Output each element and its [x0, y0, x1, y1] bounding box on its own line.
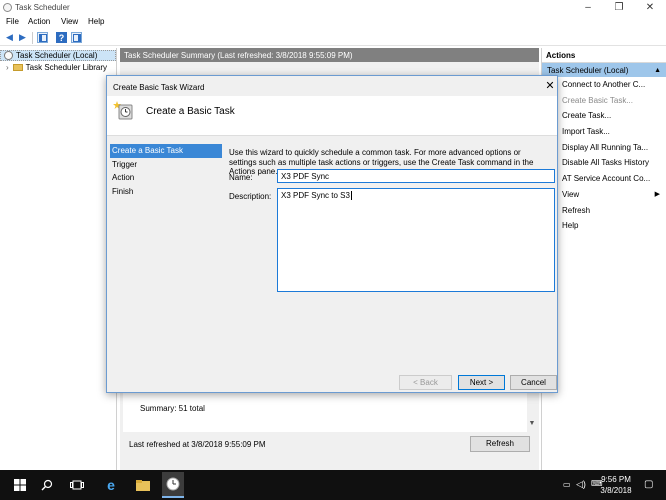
task-view-icon[interactable]: [66, 474, 88, 496]
step-finish[interactable]: Finish: [110, 185, 222, 199]
dialog-heading: Create a Basic Task: [146, 106, 235, 117]
text-cursor: [350, 191, 352, 200]
folder-icon: [12, 64, 23, 71]
step-trigger[interactable]: Trigger: [110, 158, 222, 172]
task-scheduler-taskbar-icon[interactable]: [162, 472, 184, 498]
tree-item-label: Task Scheduler Library: [25, 63, 108, 72]
close-button[interactable]: ✕: [635, 0, 665, 15]
console-tree: Task Scheduler (Local) › Task Scheduler …: [0, 48, 117, 470]
action-refresh[interactable]: Refresh: [542, 203, 666, 219]
menu-file[interactable]: File: [6, 17, 19, 26]
notifications-icon[interactable]: ▢: [644, 479, 653, 490]
window-title: Task Scheduler: [15, 3, 70, 12]
actions-section-header[interactable]: Task Scheduler (Local) ▲: [542, 63, 666, 77]
action-view-label: View: [562, 189, 580, 199]
description-textarea[interactable]: X3 PDF Sync to S3: [277, 188, 555, 292]
action-view[interactable]: View ▶: [542, 187, 666, 203]
clock-date[interactable]: 3/8/2018: [599, 486, 633, 495]
toolbar-separator: [32, 32, 33, 44]
action-create-basic-task[interactable]: Create Basic Task...: [542, 93, 666, 109]
action-import-task[interactable]: Import Task...: [542, 124, 666, 140]
help-icon[interactable]: ?: [56, 32, 67, 43]
wizard-steps: Create a Basic Task Trigger Action Finis…: [110, 144, 222, 198]
dialog-title: Create Basic Task Wizard: [113, 83, 205, 92]
action-help[interactable]: Help: [542, 218, 666, 234]
search-icon[interactable]: [36, 474, 58, 496]
dialog-close-button[interactable]: ✕: [543, 79, 557, 93]
volume-icon[interactable]: ◁): [576, 479, 586, 490]
title-bar: [0, 0, 666, 15]
step-action[interactable]: Action: [110, 171, 222, 185]
menu-action[interactable]: Action: [28, 17, 50, 26]
file-explorer-icon[interactable]: [132, 474, 154, 496]
last-refreshed-text: Last refreshed at 3/8/2018 9:55:09 PM: [129, 440, 266, 449]
menu-help[interactable]: Help: [88, 17, 104, 26]
forward-arrow-icon[interactable]: ▶: [17, 32, 28, 43]
next-button[interactable]: Next >: [458, 375, 505, 390]
description-value: X3 PDF Sync to S3: [281, 191, 350, 200]
expand-chevron-icon[interactable]: ›: [6, 63, 9, 72]
action-create-task[interactable]: Create Task...: [542, 108, 666, 124]
action-connect[interactable]: Connect to Another C...: [542, 77, 666, 93]
actions-section-label: Task Scheduler (Local): [547, 65, 629, 75]
create-basic-task-wizard: Create Basic Task Wizard ✕ Create a Basi…: [106, 75, 558, 393]
menu-view[interactable]: View: [61, 17, 78, 26]
name-label: Name:: [229, 173, 253, 182]
refresh-summary-button[interactable]: Refresh: [470, 436, 530, 452]
actions-header: Actions: [542, 48, 666, 63]
scroll-down-arrow-icon[interactable]: ▼: [527, 420, 537, 427]
tree-item-task-scheduler-local[interactable]: Task Scheduler (Local): [0, 50, 116, 61]
collapse-triangle-icon[interactable]: ▲: [654, 67, 661, 74]
summary-scrollbar[interactable]: ▼: [527, 392, 537, 432]
actions-pane: Actions Task Scheduler (Local) ▲ Connect…: [541, 48, 666, 470]
toolbar: [0, 30, 666, 46]
back-button[interactable]: < Back: [399, 375, 452, 390]
action-at-service-account[interactable]: AT Service Account Co...: [542, 171, 666, 187]
step-create-basic-task[interactable]: Create a Basic Task: [110, 144, 222, 158]
restore-button[interactable]: ❐: [604, 0, 634, 15]
network-icon[interactable]: ▭: [563, 480, 571, 489]
edge-browser-icon[interactable]: e: [100, 474, 122, 496]
wizard-clock-icon: [113, 100, 133, 120]
show-hide-console-tree-icon[interactable]: [37, 32, 48, 43]
description-label: Description:: [229, 192, 272, 201]
clock-icon: [4, 51, 13, 60]
tree-item-label: Task Scheduler (Local): [16, 51, 98, 60]
summary-count: Summary: 51 total: [140, 404, 205, 413]
action-disable-history[interactable]: Disable All Tasks History: [542, 155, 666, 171]
minimize-button[interactable]: –: [573, 0, 603, 15]
back-arrow-icon[interactable]: ◀: [4, 32, 15, 43]
action-display-running[interactable]: Display All Running Ta...: [542, 140, 666, 156]
show-hide-action-pane-icon[interactable]: [71, 32, 82, 43]
tree-item-task-scheduler-library[interactable]: › Task Scheduler Library: [0, 62, 116, 73]
submenu-arrow-icon: ▶: [654, 190, 660, 198]
summary-header: Task Scheduler Summary (Last refreshed: …: [120, 48, 539, 62]
clock-time[interactable]: 9:56 PM: [599, 475, 633, 484]
start-windows-icon[interactable]: [9, 474, 31, 496]
name-input[interactable]: [277, 169, 555, 183]
task-scheduler-app-icon: [3, 3, 12, 12]
cancel-button[interactable]: Cancel: [510, 375, 557, 390]
